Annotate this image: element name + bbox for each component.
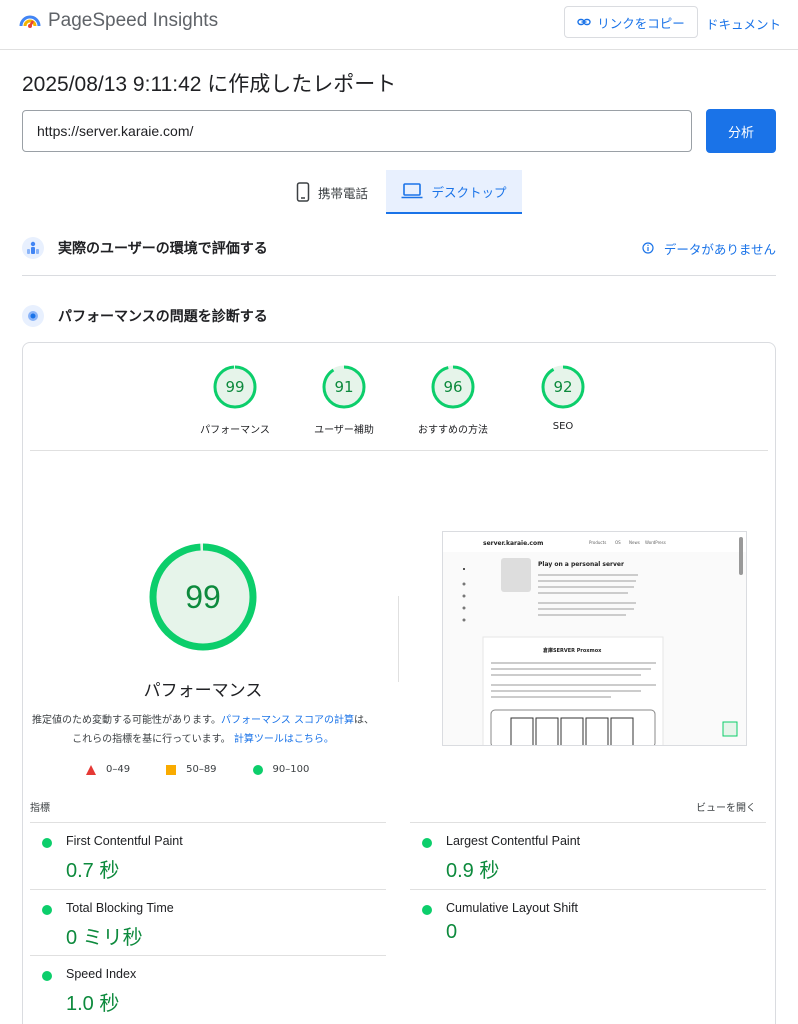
metric-name: Speed Index: [66, 967, 137, 981]
metric-tbt: Total Blocking Time 0 ミリ秒: [30, 889, 386, 955]
legend-average: 50–89: [166, 764, 217, 775]
expand-view-toggle[interactable]: ビューを開く: [696, 799, 756, 814]
gauge-score: 92: [553, 378, 573, 396]
copy-link-button[interactable]: リンクをコピー: [564, 6, 698, 38]
field-data-section: 実際のユーザーの環境で評価する データがありません: [22, 236, 776, 260]
metric-name: First Contentful Paint: [66, 834, 183, 848]
card-divider: [30, 450, 768, 451]
info-icon: [642, 242, 654, 254]
metric-value: 1.0 秒: [66, 993, 120, 1015]
top-bar: PageSpeed Insights リンクをコピー ドキュメント: [0, 0, 798, 50]
performance-label-large: パフォーマンス: [143, 681, 263, 701]
preview-section-title: 倉庫SERVER Proxmox: [542, 647, 602, 654]
metric-value: 0.9 秒: [446, 860, 500, 882]
legend-fail: 0–49: [86, 764, 130, 775]
metric-fcp: First Contentful Paint 0.7 秒: [30, 822, 386, 888]
gauge-label-performance: パフォーマンス: [200, 425, 270, 436]
preview-hero-title: Play on a personal server: [538, 561, 624, 568]
gauge-accessibility[interactable]: 91: [321, 364, 367, 410]
preview-site-name: server.karaie.com: [483, 540, 543, 547]
report-title: 2025/08/13 9:11:42 に作成したレポート: [22, 73, 397, 96]
metric-cls: Cumulative Layout Shift 0: [410, 889, 766, 955]
vertical-divider: [398, 596, 399, 682]
gauge-label-seo: SEO: [552, 421, 574, 432]
legend-pass: 90–100: [252, 764, 310, 775]
phone-icon: [296, 182, 310, 202]
gauge-label-best-practices: おすすめの方法: [418, 425, 488, 436]
score-note: 推定値のため変動する可能性があります。パフォーマンス スコアの計算は、 これらの…: [30, 711, 376, 749]
tab-desktop-label: デスクトップ: [431, 184, 507, 200]
lab-data-icon: [22, 305, 44, 327]
preview-nav-4: WordPress: [645, 540, 666, 545]
app-title: PageSpeed Insights: [48, 10, 219, 31]
circle-icon: [252, 764, 263, 775]
analyze-button[interactable]: 分析: [706, 109, 776, 153]
metric-value: 0: [446, 921, 458, 943]
preview-nav-1: Products: [589, 540, 606, 545]
gauge-score: 91: [334, 378, 354, 396]
pass-dot-icon: [42, 905, 52, 915]
legend-fail-label: 0–49: [106, 764, 131, 775]
pass-dot-icon: [42, 971, 52, 981]
square-icon: [166, 764, 177, 775]
laptop-icon: [401, 183, 423, 199]
pass-dot-icon: [422, 838, 432, 848]
field-data-title: 実際のユーザーの環境で評価する: [58, 241, 268, 257]
diagnose-title: パフォーマンスの問題を診断する: [58, 309, 268, 325]
gauge-seo[interactable]: 92: [540, 364, 586, 410]
note-text-1: 推定値のため変動する可能性があります。: [32, 715, 221, 726]
tab-mobile-label: 携帯電話: [317, 185, 368, 201]
note-text-2: は、: [353, 715, 374, 726]
metric-lcp: Largest Contentful Paint 0.9 秒: [410, 822, 766, 888]
page-screenshot: server.karaie.com Products OS News WordP…: [442, 531, 747, 746]
legend-pass-label: 90–100: [272, 764, 310, 775]
device-tabs: 携帯電話 デスクトップ: [278, 170, 522, 214]
score-legend: 0–49 50–89 90–100: [86, 764, 345, 775]
preview-nav-2: OS: [615, 540, 621, 545]
tab-mobile[interactable]: 携帯電話: [278, 170, 386, 214]
gauge-score: 96: [443, 378, 463, 396]
gauge-performance[interactable]: 99: [212, 364, 258, 410]
pass-dot-icon: [422, 905, 432, 915]
metric-si: Speed Index 1.0 秒: [30, 955, 386, 1021]
note-text-3: これらの指標を基に行っています。: [72, 734, 231, 745]
calculator-link[interactable]: 計算ツールはこちら。: [234, 734, 334, 745]
score-calc-link[interactable]: パフォーマンス スコアの計算: [221, 715, 354, 726]
section-divider: [22, 275, 776, 276]
pagespeed-logo-icon: [19, 15, 41, 28]
gauge-label-accessibility: ユーザー補助: [314, 425, 374, 436]
metric-value: 0.7 秒: [66, 860, 120, 882]
screenshot-thumbnail: server.karaie.com Products OS News WordP…: [443, 532, 746, 745]
url-input[interactable]: [22, 110, 692, 152]
legend-average-label: 50–89: [186, 764, 217, 775]
tab-desktop[interactable]: デスクトップ: [386, 170, 522, 214]
no-data-info[interactable]: データがありません: [642, 239, 776, 258]
gauge-score: 99: [225, 378, 245, 396]
preview-nav-3: News: [629, 540, 640, 545]
metric-name: Largest Contentful Paint: [446, 834, 581, 848]
triangle-icon: [86, 764, 96, 775]
pass-dot-icon: [42, 838, 52, 848]
diagnose-section: パフォーマンスの問題を診断する: [22, 304, 776, 328]
users-icon: [22, 237, 44, 259]
performance-score-large: 99: [185, 578, 221, 615]
metric-name: Total Blocking Time: [66, 901, 174, 915]
no-data-label: データがありません: [663, 241, 776, 257]
gauge-best-practices[interactable]: 96: [430, 364, 476, 410]
docs-link[interactable]: ドキュメント: [706, 14, 781, 33]
link-icon: [577, 18, 591, 26]
metrics-heading: 指標: [30, 803, 50, 814]
metric-value: 0 ミリ秒: [66, 927, 143, 949]
metric-name: Cumulative Layout Shift: [446, 901, 579, 915]
copy-link-label: リンクをコピー: [597, 15, 685, 31]
